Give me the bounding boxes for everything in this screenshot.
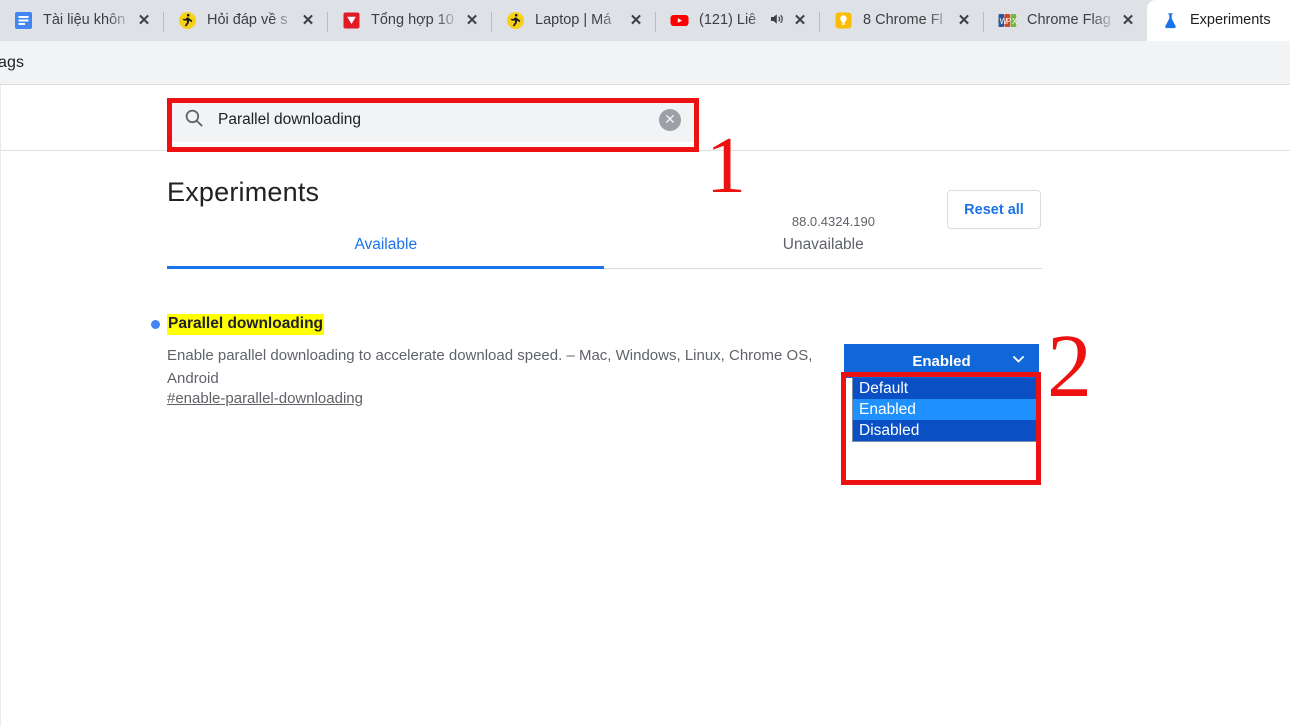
yellow-runner-icon xyxy=(178,11,197,30)
flask-icon xyxy=(1161,11,1180,30)
new-experiment-dot-icon xyxy=(151,320,160,329)
tab-title: Experiments xyxy=(1190,11,1290,30)
tab-close-icon[interactable]: ✕ xyxy=(625,10,647,32)
tab-close-icon[interactable]: ✕ xyxy=(1117,10,1139,32)
tab-close-icon[interactable]: ✕ xyxy=(953,10,975,32)
tab-close-icon[interactable]: ✕ xyxy=(461,10,483,32)
search-icon xyxy=(184,108,204,133)
lightbulb-icon xyxy=(834,11,853,30)
select-button[interactable]: Enabled xyxy=(844,344,1039,378)
experiment-list: Parallel downloading Enable parallel dow… xyxy=(167,314,1290,408)
office-icon: W P X xyxy=(998,11,1017,30)
red-triangle-icon xyxy=(342,11,361,30)
page-title: Experiments xyxy=(167,177,1290,208)
tab-close-icon[interactable]: ✕ xyxy=(297,10,319,32)
browser-window: Tài liệu khôn ✕ Hỏi đáp về s ✕ xyxy=(0,0,1290,726)
tab-underline xyxy=(167,266,604,269)
audio-playing-icon[interactable] xyxy=(769,11,787,31)
address-bar[interactable]: ags xyxy=(0,54,24,72)
tab-available[interactable]: Available xyxy=(167,236,605,268)
browser-tab-3[interactable]: Laptop | Má ✕ xyxy=(492,0,655,41)
browser-tab-4[interactable]: (121) Liê ✕ xyxy=(656,0,819,41)
browser-tab-1[interactable]: Hỏi đáp về s ✕ xyxy=(164,0,327,41)
svg-text:P: P xyxy=(1006,17,1011,26)
flags-header: Parallel downloading ✕ xyxy=(1,85,1290,151)
browser-tab-experiments[interactable]: Experiments ✕ xyxy=(1147,0,1290,41)
experiment-row: Parallel downloading Enable parallel dow… xyxy=(167,314,1042,408)
experiment-select[interactable]: Enabled Default Enabled Disabled xyxy=(844,344,1039,442)
experiment-description: Enable parallel downloading to accelerat… xyxy=(167,344,839,391)
tab-title: Chrome Flag xyxy=(1027,11,1117,30)
tab-title: 8 Chrome Fl xyxy=(863,11,953,30)
experiment-permalink[interactable]: #enable-parallel-downloading xyxy=(167,390,363,407)
chevron-down-icon xyxy=(1011,352,1026,371)
browser-tab-5[interactable]: 8 Chrome Fl ✕ xyxy=(820,0,983,41)
experiment-title-row: Parallel downloading xyxy=(167,314,1042,335)
tab-close-icon[interactable]: ✕ xyxy=(133,10,155,32)
select-options-list[interactable]: Default Enabled Disabled xyxy=(852,378,1039,442)
yellow-runner-icon xyxy=(506,11,525,30)
clear-search-icon[interactable]: ✕ xyxy=(659,109,681,131)
tab-close-icon[interactable]: ✕ xyxy=(789,10,811,32)
select-option-default[interactable]: Default xyxy=(853,378,1038,399)
tab-unavailable[interactable]: Unavailable xyxy=(605,236,1043,268)
tab-strip: Tài liệu khôn ✕ Hỏi đáp về s ✕ xyxy=(0,0,1290,41)
tab-title: Tổng hợp 10 xyxy=(371,11,461,30)
browser-tab-0[interactable]: Tài liệu khôn ✕ xyxy=(0,0,163,41)
google-docs-icon xyxy=(14,11,33,30)
tab-title: Laptop | Má xyxy=(535,11,625,30)
youtube-icon xyxy=(670,11,689,30)
browser-tab-2[interactable]: Tổng hợp 10 ✕ xyxy=(328,0,491,41)
tab-title: (121) Liê xyxy=(699,11,769,30)
version-label: 88.0.4324.190 xyxy=(771,214,875,229)
browser-tab-6[interactable]: W P X Chrome Flag ✕ xyxy=(984,0,1147,41)
experiment-name: Parallel downloading xyxy=(167,314,324,335)
flags-tab-bar: Available Unavailable xyxy=(167,236,1042,269)
select-option-enabled[interactable]: Enabled xyxy=(853,399,1038,420)
search-input[interactable]: Parallel downloading ✕ xyxy=(167,98,695,142)
svg-text:X: X xyxy=(1012,17,1017,26)
search-input-value: Parallel downloading xyxy=(218,111,659,129)
tab-title: Tài liệu khôn xyxy=(43,11,133,30)
select-option-disabled[interactable]: Disabled xyxy=(853,420,1038,441)
browser-toolbar: ags xyxy=(0,41,1290,85)
flags-page: Parallel downloading ✕ Reset all Experim… xyxy=(0,85,1290,726)
flags-content: Experiments 88.0.4324.190 Available Unav… xyxy=(1,177,1290,408)
tab-title: Hỏi đáp về s xyxy=(207,11,297,30)
select-value: Enabled xyxy=(912,353,970,370)
